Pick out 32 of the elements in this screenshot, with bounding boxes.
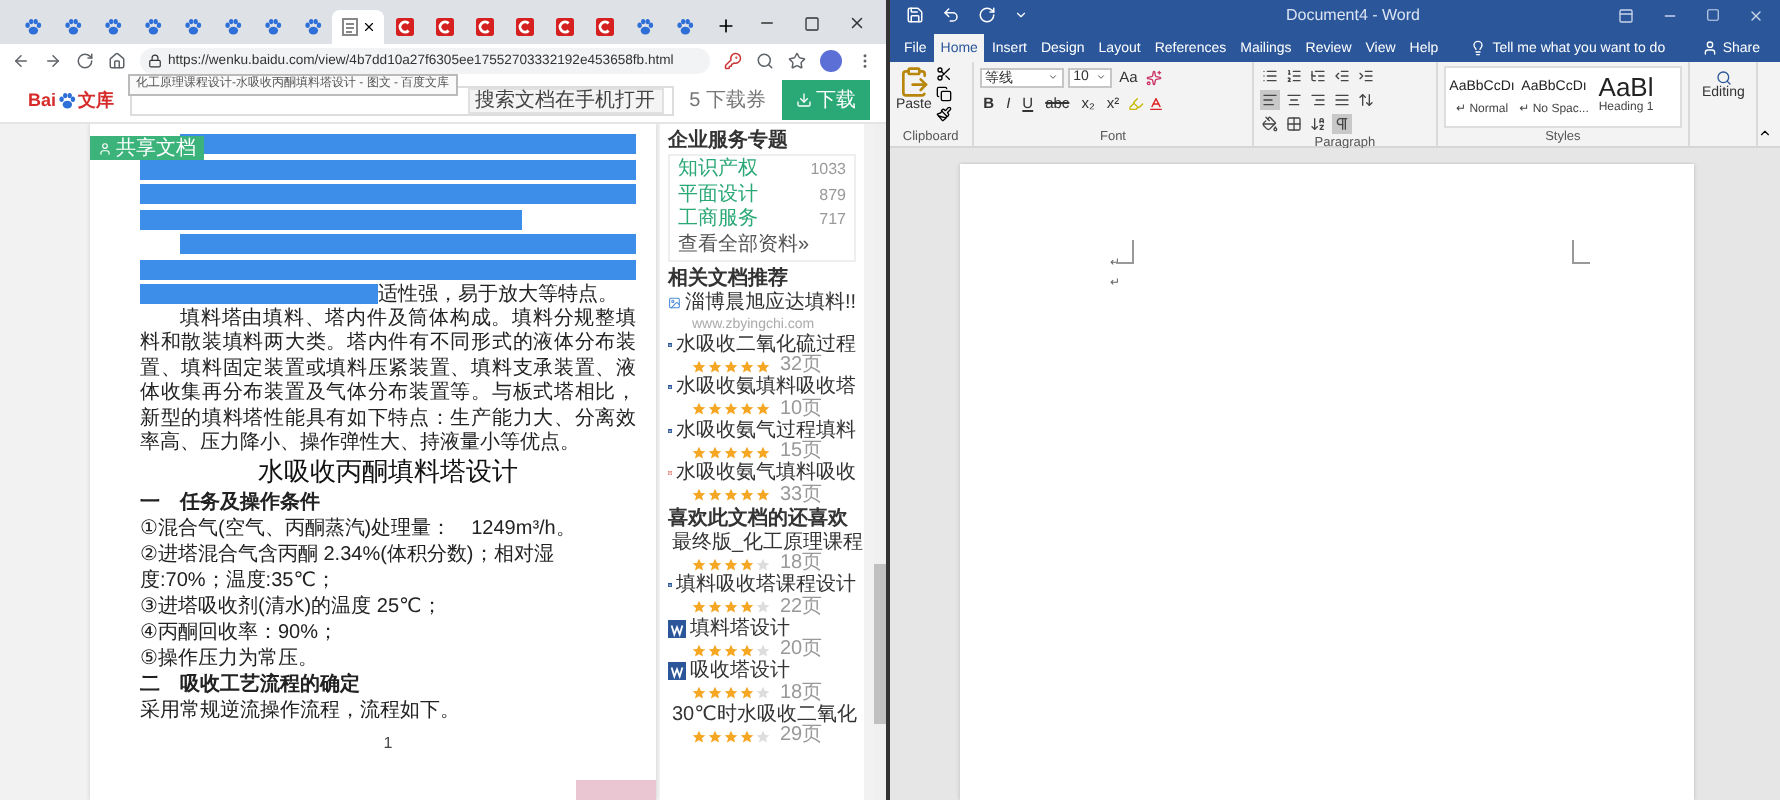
document-title: 水吸收丙酮填料塔设计 — [256, 457, 520, 489]
list-item: 采用常规逆流操作流程，流程如下。 — [140, 697, 462, 723]
section-heading: 二 吸收工艺流程的确定 — [140, 671, 362, 697]
section-title: 企业服务专题 — [668, 128, 790, 154]
page-count: 22页 — [780, 597, 823, 617]
list-item: ②进塔混合气含丙酮 2.34%(体积分数)；相对湿度:70%；温度:35℃； — [140, 541, 556, 593]
page-count: 18页 — [780, 554, 823, 574]
logo-text: 文库 — [78, 87, 115, 113]
service-count: 879 — [819, 183, 846, 207]
page-count: 32页 — [780, 356, 823, 376]
page-count: 18页 — [780, 683, 823, 703]
page-count: 20页 — [780, 640, 823, 660]
page-count: 15页 — [780, 442, 823, 462]
section-title: 喜欢此文档的还喜欢 — [668, 505, 850, 531]
page-count: 10页 — [780, 399, 823, 419]
section-heading: 一 任务及操作条件 — [140, 489, 322, 515]
list-item: ④丙酮回收率：90%； — [140, 619, 340, 645]
coupon-count: 5 下载券 — [689, 87, 766, 114]
page-count: 29页 — [780, 726, 823, 746]
section-title: 相关文档推荐 — [668, 266, 790, 291]
list-item: ⑤操作压力为常压。 — [140, 645, 320, 671]
list-item: ③进塔吸收剂(清水)的温度 25℃； — [140, 593, 444, 619]
list-item: ①混合气(空气、丙酮蒸汽)处理量： 1249m³/h。 — [140, 515, 578, 541]
window-title: Document4 - Word — [1286, 6, 1420, 24]
service-count: 717 — [819, 208, 846, 232]
paragraph-text: 填料塔由填料、塔内件及筒体构成。填料分规整填料和散装填料两大类。塔内件有不同形式的液体分布装置、填料固定装置或填料压紧装置、填料支承装置、液体收集再分布装置及气体分布装置等。与板式塔相比，新型的填料塔性能具有如下特点：生产能力大、分离效率高、压力降小、操作弹性大、持液量小等优点。 — [140, 307, 636, 457]
page-number: 1 — [381, 734, 395, 752]
logo-text: Bai — [28, 90, 57, 110]
page-count: 33页 — [780, 485, 823, 505]
service-count: 1033 — [810, 158, 846, 182]
shared-doc-tag: 共享文档 — [90, 136, 204, 160]
paragraph-text: 适性强，易于放大等特点。 — [378, 281, 619, 307]
